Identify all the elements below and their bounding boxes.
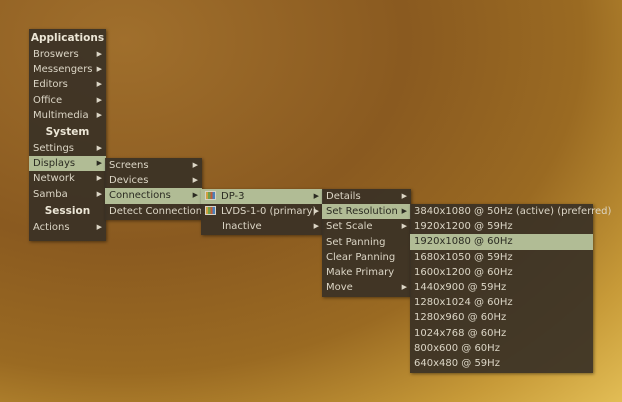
header-applications: Applications <box>30 32 105 44</box>
menu-item-browsers[interactable]: Broswers ▶ <box>29 47 106 62</box>
menu-item-label: Multimedia <box>33 109 89 121</box>
menu-item-samba[interactable]: Samba ▶ <box>29 187 106 202</box>
arrow-right-icon: ▶ <box>313 222 319 231</box>
arrow-right-icon: ▶ <box>96 80 102 89</box>
menu-item-label: Detect Connections <box>109 205 208 217</box>
menu-item-connections[interactable]: Connections ▶ <box>105 188 202 204</box>
menu-item-devices[interactable]: Devices ▶ <box>105 173 202 188</box>
menu-item-label: Messengers <box>33 64 93 76</box>
menu-item-set-resolution[interactable]: Set Resolution ▶ <box>322 204 411 220</box>
menu-item-set-scale[interactable]: Set Scale ▶ <box>322 219 411 234</box>
resolution-item[interactable]: 1920x1080 @ 60Hz <box>410 234 593 250</box>
menu-item-make-primary[interactable]: Make Primary <box>322 265 411 280</box>
resolution-item[interactable]: 1024x768 @ 60Hz <box>410 326 593 341</box>
menu-item-label: Set Scale <box>326 221 373 233</box>
arrow-right-icon: ▶ <box>96 110 102 119</box>
resolution-item[interactable]: 1600x1200 @ 60Hz <box>410 265 593 280</box>
menu-item-displays[interactable]: Displays ▶ <box>29 156 106 172</box>
menu-item-label: Office <box>33 94 63 106</box>
menu-item-label: Details <box>326 191 361 202</box>
arrow-right-icon: ▶ <box>401 283 407 292</box>
arrow-right-icon: ▶ <box>96 159 102 168</box>
arrow-right-icon: ▶ <box>313 207 319 216</box>
resolution-item[interactable]: 3840x1080 @ 50Hz (active) (preferred) <box>410 204 611 219</box>
arrow-right-icon: ▶ <box>401 192 407 200</box>
resolution-item[interactable]: 1440x900 @ 59Hz <box>410 280 593 295</box>
menu-item-label: Screens <box>109 160 149 171</box>
displays-submenu: Screens ▶ Devices ▶ Connections ▶ Detect Co… <box>105 158 207 220</box>
arrow-right-icon: ▶ <box>192 161 198 169</box>
menu-item-network[interactable]: Network ▶ <box>29 171 106 186</box>
resolution-item[interactable]: 640x480 @ 59Hz <box>410 356 593 371</box>
menu-item-label: Network <box>33 173 75 185</box>
resolution-item[interactable]: 1920x1200 @ 59Hz <box>410 219 593 234</box>
menu-item-label: Inactive <box>222 221 262 233</box>
resolution-submenu: 3840x1080 @ 50Hz (active) (preferred) 19… <box>410 204 611 373</box>
menu-item-office[interactable]: Office ▶ <box>29 93 106 108</box>
header-session: Session <box>44 204 91 217</box>
menu-item-label: Set Resolution <box>326 206 398 218</box>
menu-item-settings[interactable]: Settings ▶ <box>29 141 106 156</box>
arrow-right-icon: ▶ <box>96 65 102 74</box>
arrow-right-icon: ▶ <box>313 192 319 200</box>
menu-item-label: Broswers <box>33 49 79 60</box>
menu-item-screens[interactable]: Screens ▶ <box>105 158 202 173</box>
menu-item-dp-3[interactable]: DP-3 ▶ <box>201 189 323 205</box>
resolution-item[interactable]: 1280x1024 @ 60Hz <box>410 295 593 310</box>
monitor-icon <box>205 206 216 216</box>
menu-item-label: Samba <box>33 188 68 200</box>
menu-item-label: Actions <box>33 221 70 233</box>
menu-item-editors[interactable]: Editors ▶ <box>29 77 106 92</box>
menu-item-set-panning[interactable]: Set Panning <box>322 235 411 250</box>
menu-item-label: Connections <box>109 190 171 202</box>
menu-item-label: Editors <box>33 79 68 91</box>
menu-item-detect-connections[interactable]: Detect Connections <box>105 204 207 219</box>
arrow-right-icon: ▶ <box>96 174 102 183</box>
menu-item-label: Move <box>326 282 353 294</box>
menu-item-label: Devices <box>109 175 149 187</box>
arrow-right-icon: ▶ <box>96 50 102 58</box>
arrow-right-icon: ▶ <box>96 143 102 152</box>
arrow-right-icon: ▶ <box>192 191 198 200</box>
menu-item-lvds-1-0[interactable]: LVDS-1-0 (primary) ▶ <box>201 204 323 219</box>
arrow-right-icon: ▶ <box>401 207 407 216</box>
menu-item-label: Make Primary <box>326 266 395 278</box>
menu-item-label: Settings <box>33 142 75 154</box>
arrow-right-icon: ▶ <box>96 95 102 104</box>
arrow-right-icon: ▶ <box>96 222 102 231</box>
menu-item-label: DP-3 <box>221 191 245 202</box>
resolution-item[interactable]: 1680x1050 @ 59Hz <box>410 250 593 265</box>
menu-item-move[interactable]: Move ▶ <box>322 280 411 295</box>
arrow-right-icon: ▶ <box>96 189 102 198</box>
monitor-icon <box>205 191 216 200</box>
menu-item-clear-panning[interactable]: Clear Panning <box>322 250 411 265</box>
arrow-right-icon: ▶ <box>192 176 198 185</box>
header-system: System <box>45 125 90 138</box>
menu-item-label: Clear Panning <box>326 251 396 263</box>
menu-item-details[interactable]: Details ▶ <box>322 189 411 204</box>
arrow-right-icon: ▶ <box>401 222 407 231</box>
resolution-item[interactable]: 1280x960 @ 60Hz <box>410 310 593 325</box>
connections-submenu: DP-3 ▶ LVDS-1-0 (primary) ▶ Inactive ▶ <box>201 189 323 235</box>
menu-item-label: Set Panning <box>326 236 386 248</box>
menu-item-label: Displays <box>33 158 76 170</box>
resolution-item[interactable]: 800x600 @ 60Hz <box>410 341 593 356</box>
menu-item-actions[interactable]: Actions ▶ <box>29 220 106 235</box>
menu-item-label: LVDS-1-0 (primary) <box>221 206 317 218</box>
menu-item-multimedia[interactable]: Multimedia ▶ <box>29 108 106 123</box>
main-menu: Applications Broswers ▶ Messengers ▶ Edito… <box>29 29 106 241</box>
menu-item-messengers[interactable]: Messengers ▶ <box>29 62 106 77</box>
menu-item-inactive[interactable]: Inactive ▶ <box>201 219 323 234</box>
dp3-submenu: Details ▶ Set Resolution ▶ Set Scale ▶ Set … <box>322 189 411 297</box>
